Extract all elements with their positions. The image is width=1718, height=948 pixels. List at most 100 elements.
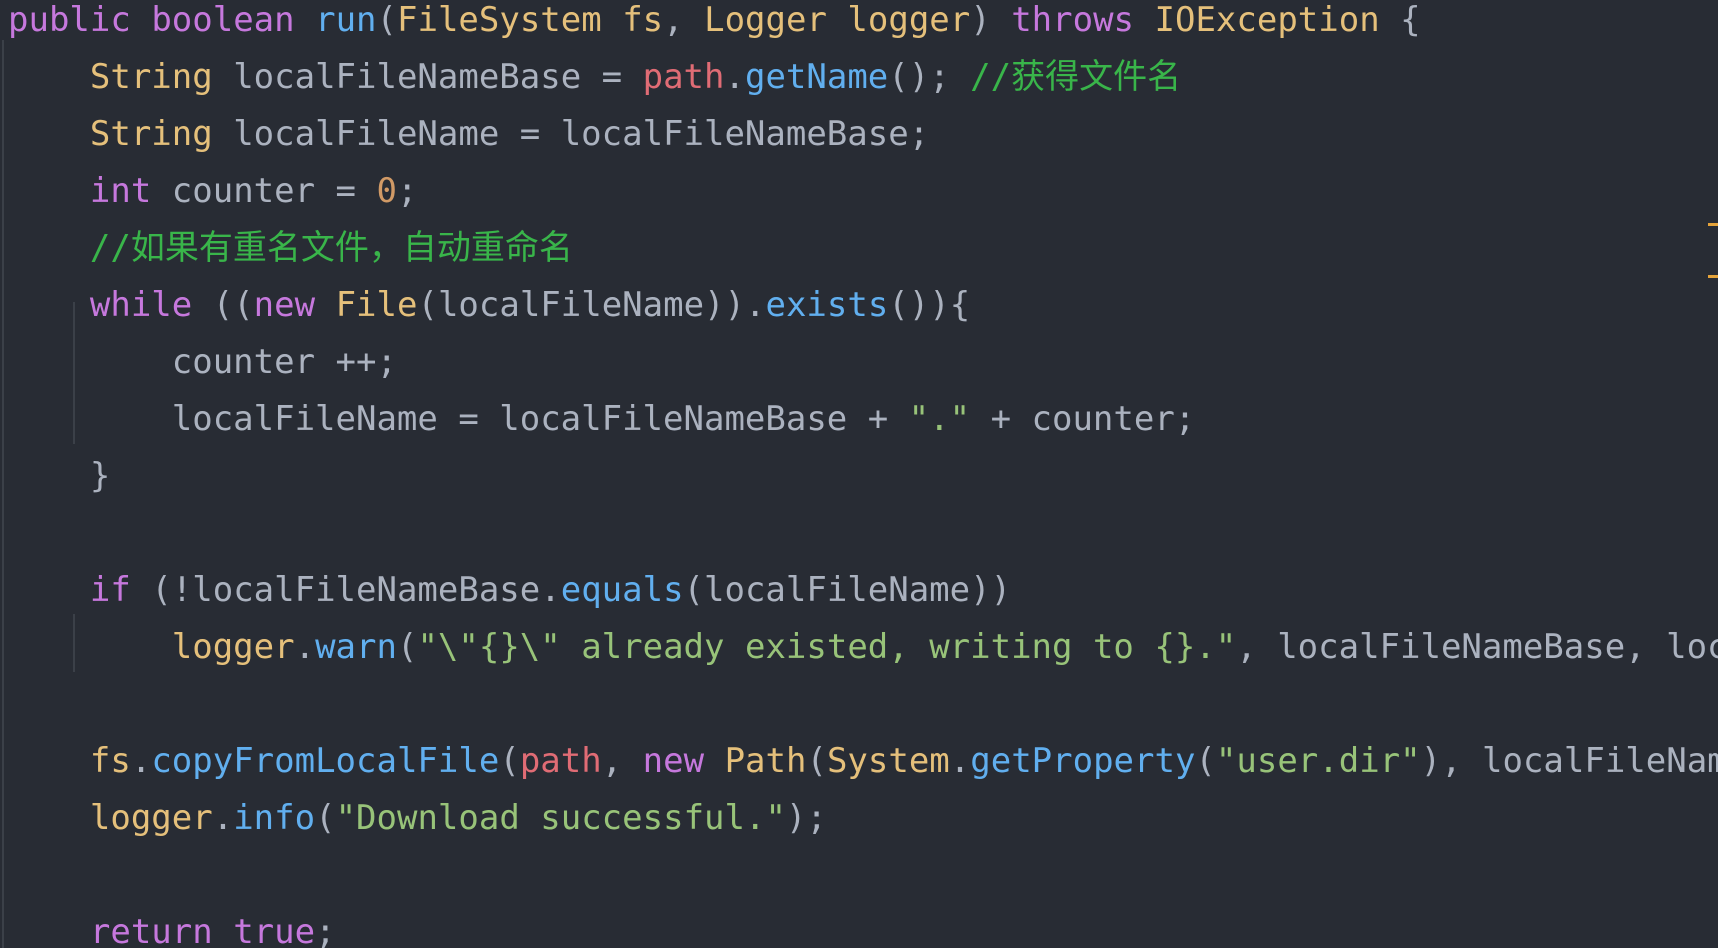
code-token: getProperty: [970, 741, 1196, 781]
code-token: ,: [663, 0, 705, 40]
code-line[interactable]: logger.info("Download successful.");: [8, 790, 827, 847]
code-token: return: [89, 912, 213, 948]
change-marker: [1708, 275, 1718, 278]
code-line[interactable]: //如果有重名文件，自动重命名: [8, 220, 573, 277]
code-line[interactable]: String localFileNameBase = path.getName(…: [8, 49, 1181, 106]
code-token: int: [89, 171, 152, 211]
change-marker: [1708, 223, 1718, 226]
code-line[interactable]: String localFileName = localFileNameBase…: [8, 106, 929, 163]
code-token: ;: [315, 912, 336, 948]
code-token: (: [1195, 741, 1216, 781]
code-token: ".": [908, 399, 971, 439]
code-token: (localFileName)): [683, 570, 1012, 610]
code-token: localFileNameBase =: [212, 57, 643, 97]
code-token: localFileName = localFileNameBase;: [212, 114, 930, 154]
code-token: path: [642, 57, 725, 97]
code-line[interactable]: counter ++;: [8, 334, 397, 391]
code-token: run: [315, 0, 377, 40]
code-token: counter ++;: [8, 342, 397, 382]
code-token: (localFileName)).: [417, 285, 766, 325]
code-token: new: [253, 285, 316, 325]
code-token: Logger: [704, 0, 827, 40]
code-token: String: [89, 114, 213, 154]
code-token: "\"{}\" already existed, writing to {}.": [417, 627, 1237, 667]
code-token: (: [376, 0, 397, 40]
code-token: getName: [744, 57, 889, 97]
code-token: File: [335, 285, 418, 325]
code-token: ;: [396, 171, 418, 211]
code-token: exists: [765, 285, 889, 325]
code-token: while: [89, 285, 193, 325]
code-line[interactable]: localFileName = localFileNameBase + "." …: [8, 391, 1196, 448]
code-token: .: [294, 627, 316, 667]
code-token: fs: [622, 0, 664, 40]
code-token: "Download successful.": [335, 798, 786, 838]
code-token: String: [89, 57, 213, 97]
code-token: ();: [888, 57, 971, 97]
code-token: (: [806, 741, 827, 781]
code-token: 0: [376, 171, 397, 211]
code-token: (: [396, 627, 418, 667]
code-token: copyFromLocalFile: [151, 741, 500, 781]
code-token: ()){: [888, 285, 971, 325]
code-token: //获得文件名: [970, 57, 1182, 97]
code-line[interactable]: while ((new File(localFileName)).exists(…: [8, 277, 970, 334]
code-line[interactable]: return true;: [8, 904, 336, 948]
code-token: ): [970, 0, 1012, 40]
code-token: Path: [724, 741, 807, 781]
code-token: , localFileNameBase, local: [1236, 627, 1718, 667]
code-line[interactable]: logger.warn("\"{}\" already existed, wri…: [8, 619, 1718, 676]
code-token: //如果有重名文件，自动重命名: [89, 228, 573, 268]
code-line[interactable]: fs.copyFromLocalFile(path, new Path(Syst…: [8, 733, 1718, 790]
code-token: counter =: [151, 171, 377, 211]
code-token: logger: [171, 627, 295, 667]
code-token: new: [642, 741, 705, 781]
code-token: }: [8, 456, 111, 496]
code-token: true: [233, 912, 316, 948]
code-token: .: [724, 57, 745, 97]
code-line[interactable]: public boolean run(FileSystem fs, Logger…: [8, 0, 1421, 49]
code-line[interactable]: }: [8, 448, 110, 505]
code-token: FileSystem: [397, 0, 602, 40]
code-token: equals: [560, 570, 684, 610]
code-token: public: [8, 0, 131, 40]
code-token: logger: [847, 0, 971, 40]
code-token: );: [785, 798, 827, 838]
code-editor[interactable]: public boolean run(FileSystem fs, Logger…: [0, 0, 1718, 948]
code-line[interactable]: if (!localFileNameBase.equals(localFileN…: [8, 562, 1011, 619]
code-token: (!localFileNameBase.: [130, 570, 561, 610]
code-token: .: [949, 741, 971, 781]
code-token: "user.dir": [1215, 741, 1421, 781]
code-token: throws: [1011, 0, 1135, 40]
code-token: boolean: [151, 0, 295, 40]
code-token: ((: [192, 285, 254, 325]
code-token: warn: [315, 627, 397, 667]
code-token: ,: [601, 741, 643, 781]
code-token: ), localFileName): [1420, 741, 1718, 781]
code-token: IOException: [1154, 0, 1380, 40]
code-token: + counter;: [970, 399, 1196, 439]
code-line[interactable]: int counter = 0;: [8, 163, 418, 220]
code-token: info: [233, 798, 316, 838]
code-token: if: [89, 570, 131, 610]
indent-guide-method: [2, 40, 4, 948]
code-token: (: [315, 798, 336, 838]
code-token: System: [826, 741, 950, 781]
